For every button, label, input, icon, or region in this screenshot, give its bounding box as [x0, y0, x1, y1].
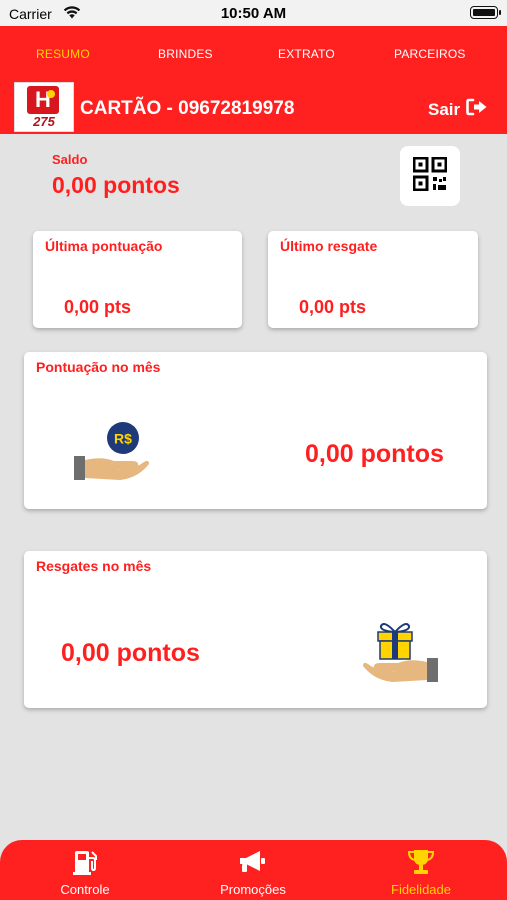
balance-value: 0,00 pontos [52, 172, 180, 198]
month-redeems-title: Resgates no mês [36, 558, 152, 574]
megaphone-icon [238, 848, 268, 881]
last-redeem-card: Último resgate 0,00 pts [268, 231, 478, 328]
last-redeem-title: Último resgate [280, 238, 378, 254]
card-title: CARTÃO - 09672819978 [80, 98, 295, 119]
brand-logo: H 275 [14, 82, 74, 132]
brand-logo-mark: H [27, 86, 59, 114]
qr-code-icon [412, 156, 448, 196]
month-points-value: 0,00 pontos [305, 440, 444, 468]
trophy-icon [406, 848, 436, 881]
bottom-navigation: Controle Promoções Fidelidade [0, 840, 507, 900]
tab-resumo[interactable]: RESUMO [36, 47, 90, 61]
logout-label: Sair [428, 99, 461, 119]
app-header: RESUMO BRINDES EXTRATO PARCEIROS H 275 C… [0, 26, 507, 134]
qr-code-button[interactable] [400, 146, 460, 206]
month-redeems-card: Resgates no mês 0,00 pontos [24, 551, 487, 708]
nav-promocoes-label: Promoções [220, 882, 286, 897]
nav-fidelidade-label: Fidelidade [391, 882, 451, 897]
nav-fidelidade[interactable]: Fidelidade [356, 840, 486, 900]
month-points-title: Pontuação no mês [36, 359, 161, 375]
nav-controle-label: Controle [60, 882, 110, 897]
status-time: 10:50 AM [220, 5, 287, 22]
status-bar: Carrier 10:50 AM [0, 0, 507, 26]
nav-controle[interactable]: Controle [20, 840, 150, 900]
logout-button[interactable]: Sair [428, 98, 488, 121]
brand-logo-number: 275 [33, 114, 55, 129]
month-redeems-value: 0,00 pontos [61, 639, 200, 667]
sign-out-icon [466, 98, 488, 121]
last-redeem-value: 0,00 pts [299, 297, 367, 317]
hand-coin-icon: R$ [72, 420, 150, 491]
last-points-card: Última pontuação 0,00 pts [33, 231, 242, 328]
battery-icon [470, 6, 501, 19]
tab-extrato[interactable]: EXTRATO [278, 47, 335, 61]
hand-gift-icon [362, 618, 442, 695]
month-points-card: Pontuação no mês R$ 0,00 pontos [24, 352, 487, 509]
nav-promocoes[interactable]: Promoções [188, 840, 318, 900]
tab-parceiros[interactable]: PARCEIROS [394, 47, 466, 61]
balance-label: Saldo [52, 152, 88, 167]
tab-brindes[interactable]: BRINDES [158, 47, 213, 61]
last-points-title: Última pontuação [45, 238, 163, 254]
top-tabs: RESUMO BRINDES EXTRATO PARCEIROS [0, 26, 507, 82]
gas-pump-icon [71, 848, 99, 881]
svg-text:R$: R$ [114, 431, 132, 447]
last-points-value: 0,00 pts [64, 297, 132, 317]
